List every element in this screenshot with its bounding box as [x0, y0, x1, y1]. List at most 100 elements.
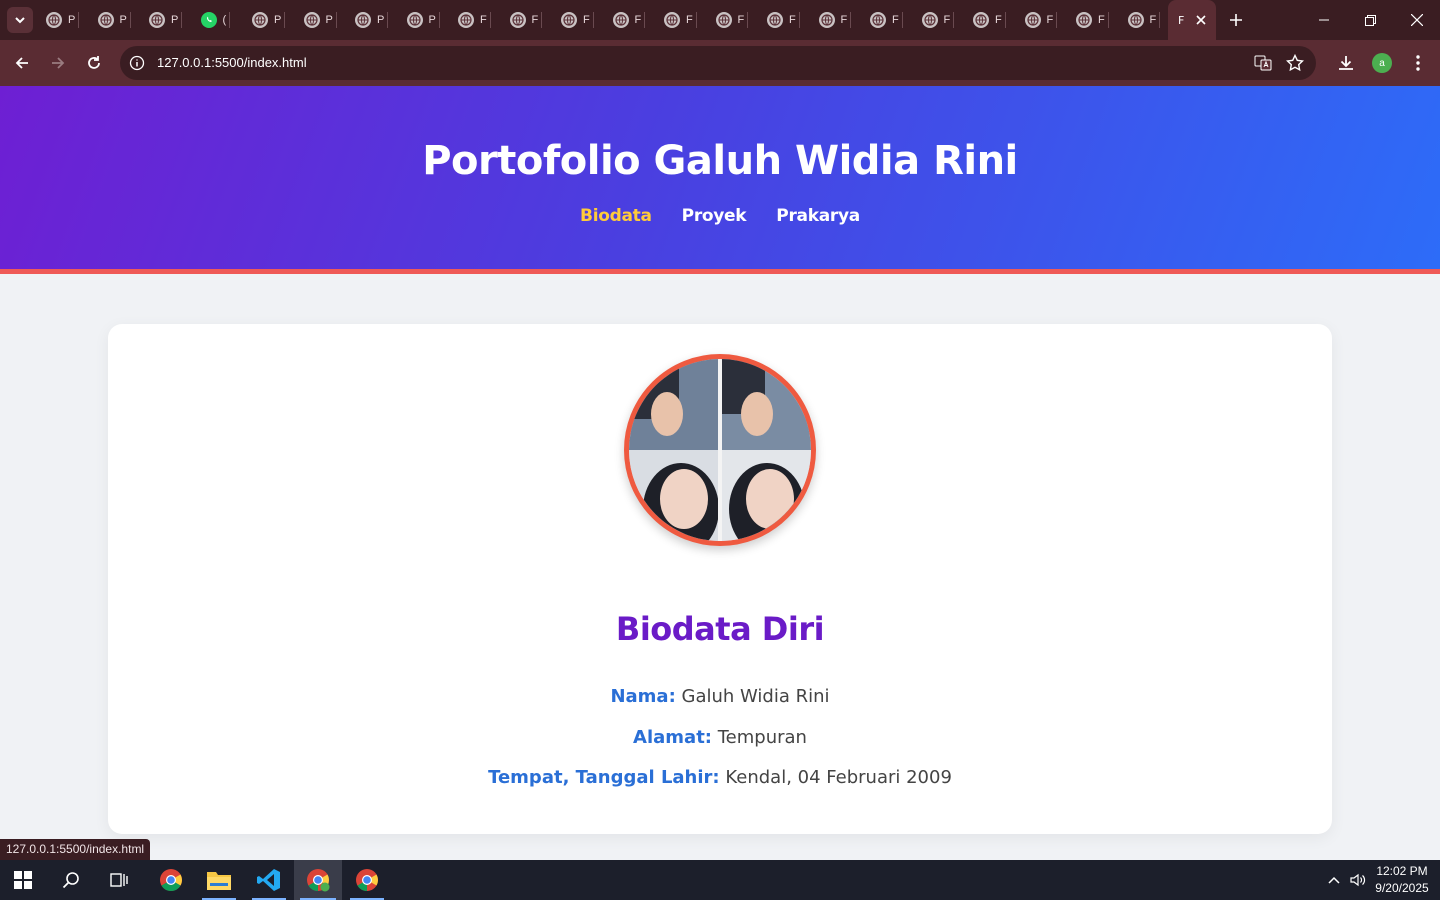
browser-tab-label: F — [1098, 14, 1105, 26]
browser-tab[interactable]: F — [1127, 8, 1161, 32]
chrome-icon — [307, 869, 330, 892]
browser-tab[interactable]: F — [612, 8, 646, 32]
tab-search-button[interactable] — [7, 7, 33, 33]
downloads-button[interactable] — [1334, 51, 1358, 75]
browser-tab-label: F — [634, 14, 642, 26]
browser-tab[interactable]: F — [1024, 8, 1058, 32]
tab-separator — [747, 12, 749, 28]
start-button[interactable] — [0, 860, 46, 900]
browser-tabstrip: P P P (P P P P F F F F F F F F F F F F F F F — [0, 0, 1440, 40]
browser-tab[interactable]: F — [509, 8, 543, 32]
taskbar-chrome[interactable] — [148, 860, 194, 900]
browser-tab-label: F — [583, 14, 590, 26]
taskbar-chrome-profile[interactable] — [294, 860, 342, 900]
taskbar-vscode[interactable] — [246, 860, 292, 900]
browser-tab[interactable]: ( — [200, 8, 231, 32]
biodata-value: Galuh Widia Rini — [681, 686, 830, 707]
browser-tab[interactable]: F — [458, 8, 491, 32]
site-info-icon[interactable] — [129, 55, 145, 75]
globe-icon — [767, 12, 783, 28]
browser-tab[interactable]: P — [355, 8, 389, 32]
close-icon — [1411, 14, 1423, 26]
browser-tab-label: P — [325, 14, 333, 26]
browser-tab-label: P — [171, 14, 179, 26]
nav-link-prakarya[interactable]: Prakarya — [776, 206, 860, 226]
browser-tab[interactable]: F — [664, 8, 697, 32]
nav-link-biodata[interactable]: Biodata — [580, 206, 652, 226]
globe-icon — [303, 12, 320, 28]
menu-button[interactable] — [1406, 51, 1430, 75]
taskbar-search-button[interactable] — [48, 860, 94, 900]
windows-taskbar: 12:02 PM 9/20/2025 — [0, 860, 1440, 900]
back-button[interactable] — [9, 50, 35, 76]
browser-tab[interactable]: F — [767, 8, 800, 32]
task-view-icon — [110, 873, 128, 887]
tab-separator — [489, 12, 491, 28]
browser-tab[interactable]: P — [252, 8, 286, 32]
forward-button[interactable] — [45, 50, 71, 76]
biodata-row-alamat: Alamat: Tempuran — [108, 727, 1332, 748]
tab-separator — [901, 12, 903, 28]
reload-icon — [88, 56, 100, 69]
windows-icon — [14, 871, 32, 889]
restore-button[interactable] — [1360, 10, 1380, 30]
minimize-icon — [1319, 19, 1329, 21]
restore-icon — [1364, 14, 1376, 26]
biodata-card: Biodata Diri Nama: Galuh Widia Rini Alam… — [108, 324, 1332, 834]
browser-tab[interactable]: P — [149, 8, 183, 32]
folder-icon — [207, 872, 231, 890]
browser-tab[interactable]: F — [1076, 8, 1109, 32]
show-hidden-icons-button[interactable] — [1324, 860, 1344, 900]
globe-icon — [715, 12, 732, 28]
browser-toolbar: 127.0.0.1:5500/index.html a — [0, 40, 1440, 86]
taskbar-chrome-2[interactable] — [344, 860, 390, 900]
globe-icon — [921, 12, 938, 28]
volume-button[interactable] — [1347, 860, 1369, 900]
profile-avatar[interactable]: a — [1372, 53, 1392, 73]
close-icon[interactable] — [1196, 15, 1206, 25]
tab-separator — [1004, 12, 1006, 28]
globe-icon — [561, 12, 577, 28]
tab-separator — [798, 12, 800, 28]
globe-icon — [97, 12, 114, 28]
tab-separator — [541, 12, 543, 28]
close-window-button[interactable] — [1407, 10, 1427, 30]
globe-icon — [509, 12, 526, 28]
browser-tab[interactable]: F — [921, 8, 955, 32]
globe-icon — [870, 12, 886, 28]
browser-tab-label: P — [119, 14, 127, 26]
bookmark-star-icon[interactable] — [1285, 53, 1305, 76]
translate-icon[interactable] — [1254, 54, 1272, 76]
browser-tab[interactable]: F — [561, 8, 594, 32]
globe-icon — [355, 12, 371, 28]
active-tab[interactable]: F — [1168, 0, 1216, 40]
minimize-button[interactable] — [1314, 10, 1334, 30]
arrow-left-icon — [15, 57, 28, 69]
tab-separator — [387, 12, 389, 28]
chevron-down-icon — [15, 17, 25, 24]
more-vert-icon — [1416, 55, 1420, 71]
tab-separator — [695, 12, 697, 28]
browser-tab[interactable]: P — [46, 8, 80, 32]
address-bar[interactable]: 127.0.0.1:5500/index.html — [120, 46, 1316, 80]
search-icon — [62, 872, 79, 889]
new-tab-button[interactable] — [1225, 9, 1247, 31]
browser-tab[interactable]: P — [303, 8, 337, 32]
nav-link-proyek[interactable]: Proyek — [682, 206, 747, 226]
browser-tab[interactable]: F — [973, 8, 1006, 32]
task-view-button[interactable] — [96, 860, 142, 900]
reload-button[interactable] — [81, 50, 107, 76]
taskbar-file-explorer[interactable] — [196, 860, 242, 900]
browser-tab[interactable]: F — [818, 8, 852, 32]
browser-tab[interactable]: F — [870, 8, 903, 32]
browser-tab[interactable]: F — [715, 8, 749, 32]
tab-separator — [1159, 12, 1161, 28]
browser-tab[interactable]: P — [406, 8, 440, 32]
browser-tab[interactable]: P — [97, 8, 131, 32]
tab-separator — [644, 12, 646, 28]
address-url[interactable]: 127.0.0.1:5500/index.html — [157, 55, 307, 70]
volume-icon — [1350, 873, 1366, 887]
vscode-icon — [257, 869, 280, 891]
site-header: Portofolio Galuh Widia Rini Biodata Proy… — [0, 86, 1440, 274]
system-clock[interactable]: 12:02 PM 9/20/2025 — [1370, 863, 1434, 897]
